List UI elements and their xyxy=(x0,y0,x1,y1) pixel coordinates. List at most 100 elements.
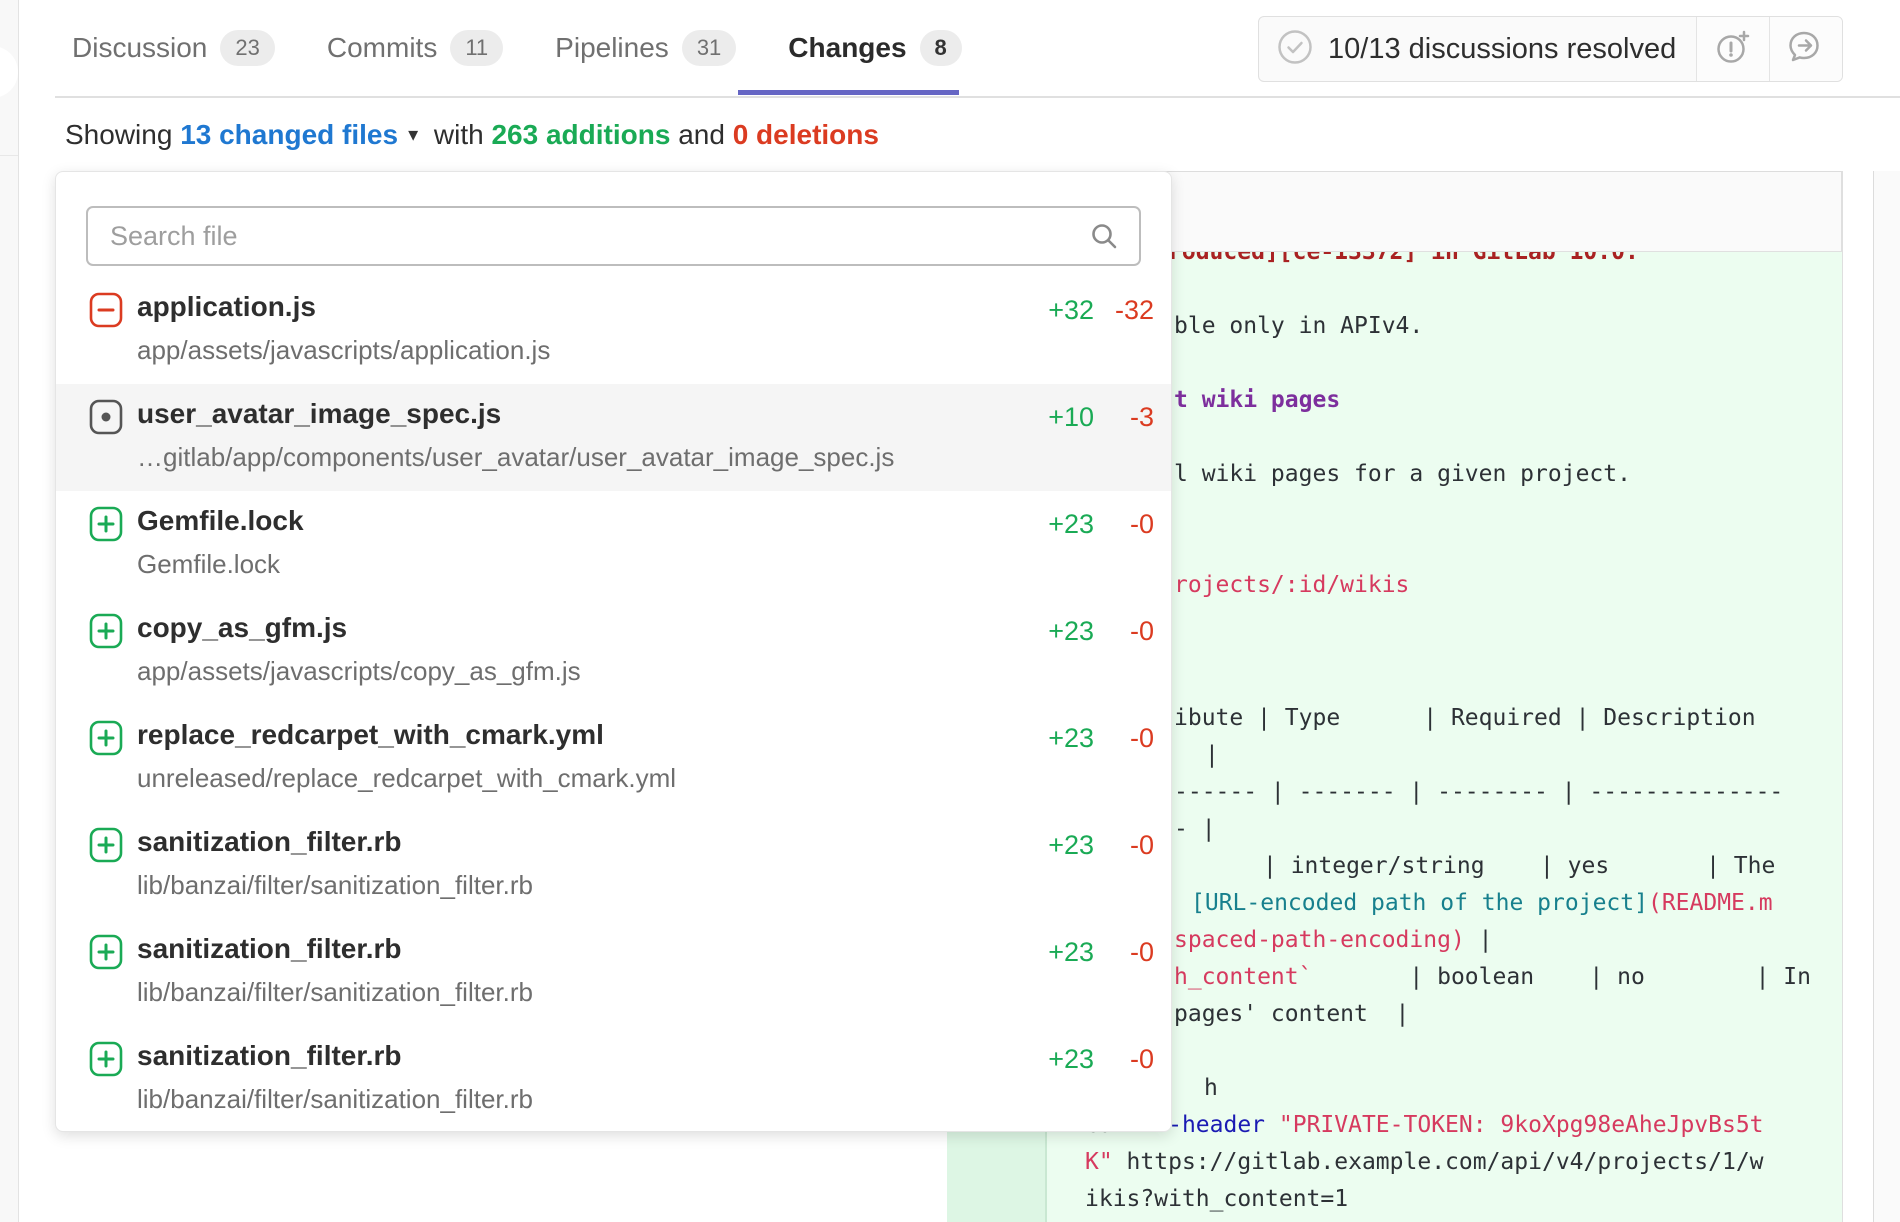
file-name: application.js xyxy=(137,291,316,323)
file-additions: +10 xyxy=(1004,402,1094,433)
plus-file-icon xyxy=(89,612,123,655)
file-additions: +23 xyxy=(1004,937,1094,968)
code-line: pages' content | xyxy=(1174,996,1409,1033)
file-row[interactable]: sanitization_filter.rb lib/banzai/filter… xyxy=(56,919,1171,1026)
file-name: user_avatar_image_spec.js xyxy=(137,398,501,430)
code-line: - | xyxy=(1174,811,1216,848)
changed-files-dropdown: application.js app/assets/javascripts/ap… xyxy=(55,171,1172,1132)
comment-next-icon xyxy=(1787,28,1825,71)
file-path: lib/banzai/filter/sanitization_filter.rb xyxy=(137,977,533,1008)
code-line: [URL-encoded path of the project](README… xyxy=(1191,885,1773,922)
file-deletions: -0 xyxy=(1094,1044,1154,1075)
minus-file-icon xyxy=(89,291,123,334)
file-name: copy_as_gfm.js xyxy=(137,612,347,644)
tab-bar-border xyxy=(55,96,1900,98)
tab-count-badge: 31 xyxy=(682,30,736,66)
dot-file-icon xyxy=(89,398,123,441)
file-row[interactable]: copy_as_gfm.js app/assets/javascripts/co… xyxy=(56,598,1171,705)
file-deletions: -0 xyxy=(1094,937,1154,968)
tab-changes[interactable]: Changes 8 xyxy=(788,30,962,66)
tab-label: Discussion xyxy=(72,32,207,64)
plus-file-icon xyxy=(89,933,123,976)
mr-tab-bar: Discussion 23 Commits 11 Pipelines 31 Ch… xyxy=(0,0,1900,97)
code-line: ble only in APIv4. xyxy=(1174,308,1423,345)
plus-file-icon xyxy=(89,505,123,548)
tab-count-badge: 8 xyxy=(920,30,962,66)
file-deletions: -0 xyxy=(1094,830,1154,861)
file-row[interactable]: sanitization_filter.rb lib/banzai/filter… xyxy=(56,812,1171,919)
tab-discussion[interactable]: Discussion 23 xyxy=(72,30,275,66)
tab-commits[interactable]: Commits 11 xyxy=(327,30,503,66)
file-deletions: -3 xyxy=(1094,402,1154,433)
code-line: t wiki pages xyxy=(1174,382,1340,419)
code-line: spaced-path-encoding) | xyxy=(1174,922,1493,959)
discussions-resolved-button[interactable]: 10/13 discussions resolved xyxy=(1259,17,1696,81)
summary-deletions: 0 deletions xyxy=(733,119,879,150)
file-path: Gemfile.lock xyxy=(137,549,280,580)
file-path: lib/banzai/filter/sanitization_filter.rb xyxy=(137,870,533,901)
file-name: sanitization_filter.rb xyxy=(137,933,402,965)
file-additions: +23 xyxy=(1004,830,1094,861)
file-row[interactable]: sanitization_filter.rb lib/banzai/filter… xyxy=(56,1026,1171,1132)
discussions-resolved-group: 10/13 discussions resolved xyxy=(1258,16,1843,82)
file-additions: +23 xyxy=(1004,723,1094,754)
code-line: l wiki pages for a given project. xyxy=(1174,456,1631,493)
left-panel-divider xyxy=(0,155,18,156)
tab-label: Commits xyxy=(327,32,437,64)
left-cropped-panel xyxy=(0,0,19,1222)
file-row[interactable]: replace_redcarpet_with_cmark.yml unrelea… xyxy=(56,705,1171,812)
tab-label: Pipelines xyxy=(555,32,669,64)
active-tab-underline xyxy=(738,90,959,95)
right-cropped-panel xyxy=(1873,171,1900,1222)
file-path: unreleased/replace_redcarpet_with_cmark.… xyxy=(137,763,676,794)
file-deletions: -32 xyxy=(1094,295,1154,326)
file-deletions: -0 xyxy=(1094,509,1154,540)
summary-and: and xyxy=(678,119,725,150)
file-additions: +32 xyxy=(1004,295,1094,326)
code-line: rojects/:id/wikis xyxy=(1174,567,1409,604)
changed-file-list: application.js app/assets/javascripts/ap… xyxy=(56,277,1171,1132)
code-line: curl --header "PRIVATE-TOKEN: 9koXpg98eA… xyxy=(1085,1107,1764,1144)
tab-pipelines[interactable]: Pipelines 31 xyxy=(555,30,736,66)
merge-request-changes-page: roduced][ce-13372] in GitLab 10.0.ble on… xyxy=(0,0,1900,1222)
changes-summary: Showing 13 changed files▾ with 263 addit… xyxy=(65,108,879,162)
code-line: h_content` | boolean | no | In xyxy=(1174,959,1811,996)
code-line: h xyxy=(1204,1070,1218,1107)
file-row[interactable]: application.js app/assets/javascripts/ap… xyxy=(56,277,1171,384)
code-line: K" https://gitlab.example.com/api/v4/pro… xyxy=(1085,1144,1764,1181)
file-path: app/assets/javascripts/application.js xyxy=(137,335,550,366)
code-line: ------ | ------- | -------- | ----------… xyxy=(1174,774,1783,811)
code-line: ikis?with_content=1 xyxy=(1085,1181,1348,1218)
resolve-with-issue-button[interactable] xyxy=(1696,17,1769,81)
file-additions: +23 xyxy=(1004,616,1094,647)
file-path: …gitlab/app/components/user_avatar/user_… xyxy=(137,442,894,473)
search-icon xyxy=(1089,221,1119,256)
file-additions: +23 xyxy=(1004,1044,1094,1075)
search-file-input[interactable] xyxy=(86,206,1141,266)
file-name: Gemfile.lock xyxy=(137,505,304,537)
file-name: replace_redcarpet_with_cmark.yml xyxy=(137,719,604,751)
tab-count-badge: 23 xyxy=(220,30,274,66)
file-path: app/assets/javascripts/copy_as_gfm.js xyxy=(137,656,581,687)
file-path: lib/banzai/filter/sanitization_filter.rb xyxy=(137,1084,533,1115)
summary-additions: 263 additions xyxy=(491,119,670,150)
caret-down-icon[interactable]: ▾ xyxy=(408,108,418,162)
file-deletions: -0 xyxy=(1094,723,1154,754)
file-name: sanitization_filter.rb xyxy=(137,1040,402,1072)
plus-file-icon xyxy=(89,826,123,869)
file-additions: +23 xyxy=(1004,509,1094,540)
file-row[interactable]: user_avatar_image_spec.js …gitlab/app/co… xyxy=(56,384,1171,491)
code-line: | integer/string | yes | The xyxy=(1263,848,1775,885)
check-circle-icon xyxy=(1277,29,1313,70)
file-name: sanitization_filter.rb xyxy=(137,826,402,858)
plus-file-icon xyxy=(89,719,123,762)
file-row[interactable]: Gemfile.lock Gemfile.lock +23 -0 xyxy=(56,491,1171,598)
jump-to-next-discussion-button[interactable] xyxy=(1769,17,1842,81)
changed-files-dropdown-toggle[interactable]: 13 changed files xyxy=(180,119,398,150)
summary-with: with xyxy=(434,119,484,150)
issue-plus-icon xyxy=(1714,28,1752,71)
tab-count-badge: 11 xyxy=(450,30,503,66)
discussions-resolved-label: 10/13 discussions resolved xyxy=(1328,33,1676,66)
code-line: ibute | Type | Required | Description xyxy=(1174,700,1756,737)
plus-file-icon xyxy=(89,1040,123,1083)
